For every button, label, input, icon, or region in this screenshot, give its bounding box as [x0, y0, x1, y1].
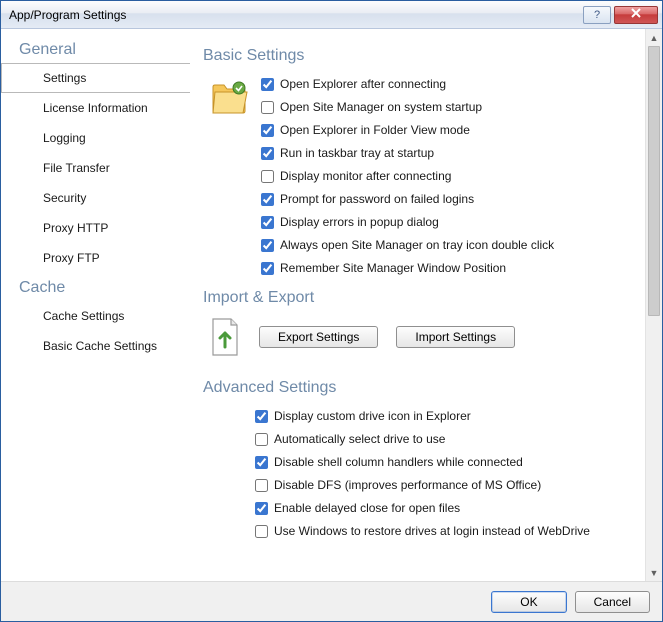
- basic-option[interactable]: Prompt for password on failed logins: [261, 192, 637, 206]
- advanced-option-label: Automatically select drive to use: [274, 432, 445, 446]
- basic-section: Open Explorer after connecting Open Site …: [203, 75, 637, 275]
- scroll-thumb[interactable]: [648, 46, 660, 316]
- basic-option-label: Always open Site Manager on tray icon do…: [280, 238, 554, 252]
- basic-option[interactable]: Open Site Manager on system startup: [261, 100, 637, 114]
- sidebar-item-security[interactable]: Security: [1, 183, 190, 213]
- close-icon: [630, 8, 642, 21]
- scroll-down-arrow-icon[interactable]: ▼: [646, 564, 662, 581]
- dialog-footer: OK Cancel: [1, 581, 662, 621]
- basic-checkbox[interactable]: [261, 124, 274, 137]
- basic-option[interactable]: Open Explorer in Folder View mode: [261, 123, 637, 137]
- basic-option-label: Run in taskbar tray at startup: [280, 146, 434, 160]
- advanced-section: Display custom drive icon in Explorer Aut…: [203, 407, 637, 538]
- window-title: App/Program Settings: [9, 8, 583, 22]
- basic-checkbox[interactable]: [261, 78, 274, 91]
- advanced-checkbox[interactable]: [255, 502, 268, 515]
- export-settings-button[interactable]: Export Settings: [259, 326, 378, 348]
- basic-checkbox[interactable]: [261, 147, 274, 160]
- advanced-option-label: Use Windows to restore drives at login i…: [274, 524, 590, 538]
- content-pane: Basic Settings Open Explorer after conne…: [191, 29, 645, 581]
- advanced-checkbox[interactable]: [255, 433, 268, 446]
- advanced-option-label: Enable delayed close for open files: [274, 501, 460, 515]
- basic-checkbox[interactable]: [261, 216, 274, 229]
- advanced-option-label: Disable DFS (improves performance of MS …: [274, 478, 541, 492]
- help-icon: ?: [594, 9, 600, 21]
- basic-option-label: Display errors in popup dialog: [280, 215, 439, 229]
- sidebar-item-label: License Information: [43, 101, 148, 115]
- advanced-option[interactable]: Disable shell column handlers while conn…: [255, 455, 637, 469]
- sidebar-group-general: General: [1, 35, 190, 63]
- close-button[interactable]: [614, 6, 658, 24]
- basic-option-label: Prompt for password on failed logins: [280, 192, 474, 206]
- basic-checkbox[interactable]: [261, 193, 274, 206]
- basic-option-label: Open Explorer after connecting: [280, 77, 446, 91]
- basic-option[interactable]: Remember Site Manager Window Position: [261, 261, 637, 275]
- basic-options: Open Explorer after connecting Open Site …: [261, 75, 637, 275]
- sidebar-item-basic-cache-settings[interactable]: Basic Cache Settings: [1, 331, 190, 361]
- basic-option-label: Display monitor after connecting: [280, 169, 451, 183]
- ok-button[interactable]: OK: [491, 591, 566, 613]
- titlebar: App/Program Settings ?: [1, 1, 662, 29]
- sidebar-item-logging[interactable]: Logging: [1, 123, 190, 153]
- scroll-up-arrow-icon[interactable]: ▲: [646, 29, 662, 46]
- basic-option[interactable]: Display monitor after connecting: [261, 169, 637, 183]
- import-export-section: Export Settings Import Settings: [209, 317, 637, 357]
- sidebar: General Settings License Information Log…: [1, 29, 191, 581]
- basic-option[interactable]: Display errors in popup dialog: [261, 215, 637, 229]
- file-arrow-icon: [209, 317, 241, 357]
- basic-option[interactable]: Open Explorer after connecting: [261, 77, 637, 91]
- basic-option[interactable]: Run in taskbar tray at startup: [261, 146, 637, 160]
- sidebar-item-label: File Transfer: [43, 161, 110, 175]
- sidebar-item-cache-settings[interactable]: Cache Settings: [1, 301, 190, 331]
- basic-option-label: Remember Site Manager Window Position: [280, 261, 506, 275]
- sidebar-item-file-transfer[interactable]: File Transfer: [1, 153, 190, 183]
- sidebar-item-label: Proxy HTTP: [43, 221, 108, 235]
- basic-checkbox[interactable]: [261, 239, 274, 252]
- content-wrap: Basic Settings Open Explorer after conne…: [191, 29, 662, 581]
- basic-checkbox[interactable]: [261, 170, 274, 183]
- advanced-checkbox[interactable]: [255, 525, 268, 538]
- window-controls: ?: [583, 6, 662, 24]
- sidebar-item-proxy-http[interactable]: Proxy HTTP: [1, 213, 190, 243]
- sidebar-item-label: Settings: [43, 71, 86, 85]
- basic-option-label: Open Explorer in Folder View mode: [280, 123, 470, 137]
- help-button[interactable]: ?: [583, 6, 611, 24]
- basic-checkbox[interactable]: [261, 262, 274, 275]
- sidebar-item-label: Cache Settings: [43, 309, 124, 323]
- advanced-checkbox[interactable]: [255, 456, 268, 469]
- advanced-option[interactable]: Enable delayed close for open files: [255, 501, 637, 515]
- sidebar-item-label: Security: [43, 191, 86, 205]
- advanced-option-label: Display custom drive icon in Explorer: [274, 409, 471, 423]
- basic-checkbox[interactable]: [261, 101, 274, 114]
- advanced-option[interactable]: Display custom drive icon in Explorer: [255, 409, 637, 423]
- scrollbar[interactable]: ▲ ▼: [645, 29, 662, 581]
- sidebar-item-proxy-ftp[interactable]: Proxy FTP: [1, 243, 190, 273]
- advanced-option-label: Disable shell column handlers while conn…: [274, 455, 523, 469]
- sidebar-item-label: Logging: [43, 131, 86, 145]
- sidebar-item-license-information[interactable]: License Information: [1, 93, 190, 123]
- sidebar-item-label: Basic Cache Settings: [43, 339, 157, 353]
- advanced-option[interactable]: Automatically select drive to use: [255, 432, 637, 446]
- sidebar-item-label: Proxy FTP: [43, 251, 100, 265]
- import-settings-button[interactable]: Import Settings: [396, 326, 515, 348]
- sidebar-item-settings[interactable]: Settings: [1, 63, 190, 93]
- advanced-option[interactable]: Disable DFS (improves performance of MS …: [255, 478, 637, 492]
- advanced-checkbox[interactable]: [255, 479, 268, 492]
- advanced-checkbox[interactable]: [255, 410, 268, 423]
- section-title-import-export: Import & Export: [203, 289, 637, 307]
- cancel-button[interactable]: Cancel: [575, 591, 650, 613]
- sidebar-group-cache: Cache: [1, 273, 190, 301]
- section-title-advanced: Advanced Settings: [203, 379, 637, 397]
- basic-option-label: Open Site Manager on system startup: [280, 100, 482, 114]
- folder-icon: [209, 77, 249, 117]
- section-title-basic: Basic Settings: [203, 47, 637, 65]
- dialog-body: General Settings License Information Log…: [1, 29, 662, 581]
- basic-option[interactable]: Always open Site Manager on tray icon do…: [261, 238, 637, 252]
- advanced-option[interactable]: Use Windows to restore drives at login i…: [255, 524, 637, 538]
- advanced-options: Display custom drive icon in Explorer Aut…: [255, 407, 637, 538]
